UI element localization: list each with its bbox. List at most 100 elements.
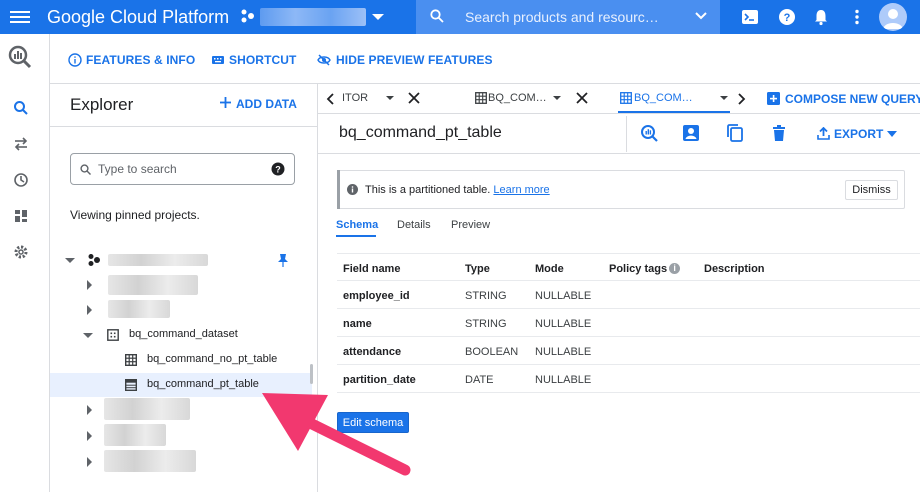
edit-schema-button[interactable]: Edit schema: [337, 412, 409, 433]
table-icon: [620, 92, 632, 104]
scrollbar-thumb[interactable]: [310, 364, 313, 384]
caret-down-icon[interactable]: [720, 96, 728, 100]
table-title: bq_command_pt_table: [339, 124, 502, 141]
compose-new-query-button[interactable]: COMPOSE NEW QUERY: [785, 92, 920, 106]
caret-down-icon[interactable]: [65, 258, 75, 263]
divider: [50, 126, 318, 127]
tab-details[interactable]: Details: [397, 219, 431, 231]
features-info-button[interactable]: FEATURES & INFO: [86, 53, 195, 67]
project-row[interactable]: [50, 398, 312, 422]
tab-table[interactable]: BQ_COM…: [473, 84, 603, 113]
copy-table-icon[interactable]: [726, 124, 744, 142]
add-box-icon: [767, 92, 780, 105]
viewing-pinned-text: Viewing pinned projects.: [70, 208, 200, 222]
caret-down-icon[interactable]: [83, 333, 93, 338]
chevron-left-icon[interactable]: [326, 93, 336, 105]
project-row[interactable]: [50, 450, 312, 474]
caret-right-icon[interactable]: [87, 457, 92, 467]
tab-editor[interactable]: ITOR: [340, 84, 464, 113]
policy-tags-header: Policy tags: [609, 263, 668, 275]
partitioned-info-banner: This is a partitioned table. Learn more …: [337, 170, 905, 209]
caret-right-icon[interactable]: [87, 305, 92, 315]
learn-more-link[interactable]: Learn more: [493, 184, 549, 196]
search-placeholder: Search products and resourc…: [465, 9, 659, 25]
more-vert-icon[interactable]: [848, 8, 866, 26]
project-row[interactable]: [50, 248, 312, 272]
field-name: employee_id: [343, 290, 410, 302]
info-icon[interactable]: i: [669, 263, 681, 274]
field-name: partition_date: [343, 374, 416, 386]
brand-title[interactable]: Google Cloud Platform: [47, 7, 229, 28]
help-icon[interactable]: ?: [778, 8, 796, 26]
help-icon[interactable]: ?: [271, 162, 285, 176]
caret-right-icon[interactable]: [87, 431, 92, 441]
search-placeholder: Type to search: [98, 162, 177, 176]
project-selector[interactable]: [260, 8, 366, 26]
dashboard-icon[interactable]: [13, 208, 29, 224]
chevron-down-icon[interactable]: [694, 11, 708, 21]
column-header: Policy tags i: [609, 263, 681, 275]
field-mode: NULLABLE: [535, 290, 592, 302]
account-avatar[interactable]: [879, 3, 907, 31]
caret-down-icon[interactable]: [887, 131, 897, 137]
cloud-shell-icon[interactable]: [741, 8, 759, 26]
query-tabs-bar: ITOR BQ_COM… BQ_COM… COMPOSE NEW QUERY: [318, 84, 920, 114]
project-icon[interactable]: [240, 8, 256, 24]
add-data-button[interactable]: ADD DATA: [236, 97, 297, 111]
search-bar[interactable]: Search products and resourc…: [416, 0, 720, 34]
field-type: STRING: [465, 290, 507, 302]
export-button[interactable]: EXPORT: [834, 127, 883, 141]
pin-icon[interactable]: [277, 253, 289, 267]
dataset-icon: [107, 329, 119, 341]
close-icon[interactable]: [576, 92, 588, 104]
field-name: attendance: [343, 346, 402, 358]
bigquery-logo-icon[interactable]: [7, 44, 33, 70]
settings-gear-icon[interactable]: [13, 244, 29, 260]
caret-right-icon[interactable]: [87, 405, 92, 415]
tab-table-active[interactable]: BQ_COM…: [618, 84, 730, 113]
chevron-right-icon[interactable]: [736, 93, 746, 105]
export-icon: [817, 127, 830, 140]
dataset-row[interactable]: [50, 273, 312, 297]
table-row[interactable]: bq_command_no_pt_table: [50, 348, 312, 372]
table-row: partition_date DATE NULLABLE: [337, 365, 920, 393]
keyboard-icon: [212, 56, 224, 64]
search-icon: [430, 9, 444, 23]
query-table-icon[interactable]: [640, 124, 658, 142]
notifications-icon[interactable]: [812, 8, 830, 26]
close-icon[interactable]: [408, 92, 420, 104]
search-icon[interactable]: [13, 100, 29, 116]
tab-schema[interactable]: Schema: [336, 219, 378, 231]
caret-right-icon[interactable]: [87, 280, 92, 290]
dataset-name-redacted: [108, 275, 198, 295]
share-table-icon[interactable]: [682, 124, 700, 142]
field-mode: NULLABLE: [535, 318, 592, 330]
divider: [626, 116, 627, 152]
hide-preview-features-button[interactable]: HIDE PREVIEW FEATURES: [336, 53, 493, 67]
explorer-search-input[interactable]: Type to search ?: [70, 153, 295, 185]
table-label: bq_command_pt_table: [147, 378, 259, 390]
table-row: name STRING NULLABLE: [337, 309, 920, 337]
chevron-down-icon[interactable]: [372, 14, 384, 20]
caret-down-icon[interactable]: [386, 96, 394, 100]
tab-preview[interactable]: Preview: [451, 219, 490, 231]
dataset-label: bq_command_dataset: [129, 328, 238, 340]
menu-icon[interactable]: [10, 8, 30, 26]
dataset-row[interactable]: [50, 298, 312, 322]
dismiss-button[interactable]: Dismiss: [845, 180, 898, 200]
project-row[interactable]: [50, 424, 312, 448]
tab-label: BQ_COM…: [488, 92, 547, 104]
search-icon: [80, 164, 91, 175]
table-icon: [125, 354, 137, 366]
table-row-selected[interactable]: bq_command_pt_table: [50, 373, 312, 397]
shortcut-button[interactable]: SHORTCUT: [229, 53, 296, 67]
table-label: bq_command_no_pt_table: [147, 353, 278, 365]
transfers-icon[interactable]: [13, 136, 29, 152]
feature-bar: FEATURES & INFO SHORTCUT HIDE PREVIEW FE…: [50, 34, 920, 84]
tab-label: ITOR: [342, 92, 369, 104]
dataset-row[interactable]: bq_command_dataset: [50, 323, 312, 347]
caret-down-icon[interactable]: [553, 96, 561, 100]
banner-accent: [337, 170, 340, 209]
history-icon[interactable]: [13, 172, 29, 188]
delete-table-icon[interactable]: [770, 124, 788, 142]
